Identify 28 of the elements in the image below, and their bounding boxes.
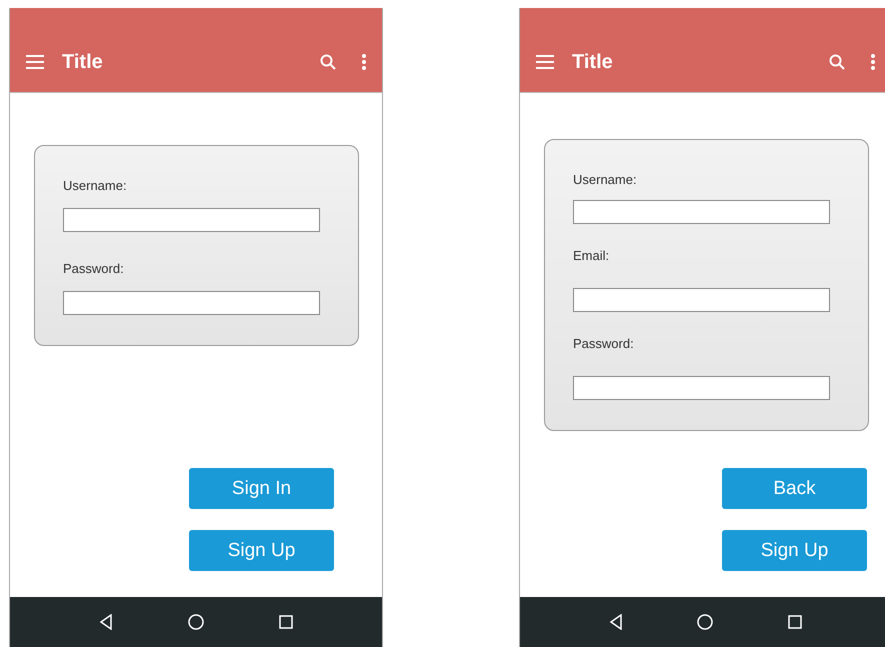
action-button[interactable]: Sign In xyxy=(189,468,334,509)
action-button[interactable]: Sign Up xyxy=(189,530,334,571)
menu-icon[interactable] xyxy=(26,55,44,69)
input-field[interactable] xyxy=(63,208,320,232)
home-icon[interactable] xyxy=(188,614,204,630)
recent-apps-icon[interactable] xyxy=(278,615,293,629)
back-icon[interactable] xyxy=(609,614,624,630)
app-title: Title xyxy=(572,50,614,74)
input-field[interactable] xyxy=(573,200,830,224)
home-icon[interactable] xyxy=(697,614,714,630)
search-icon[interactable] xyxy=(320,54,336,70)
action-button[interactable]: Back xyxy=(722,468,867,509)
input-field[interactable] xyxy=(573,288,830,312)
field-label: Password: xyxy=(63,261,125,276)
menu-icon[interactable] xyxy=(536,55,554,69)
back-icon[interactable] xyxy=(99,614,114,630)
action-button[interactable]: Sign Up xyxy=(722,530,867,571)
input-field[interactable] xyxy=(573,376,830,400)
field-label: Username: xyxy=(573,172,638,187)
more-icon[interactable] xyxy=(362,54,366,70)
field-label: Email: xyxy=(573,248,610,263)
more-icon[interactable] xyxy=(871,54,875,70)
recent-apps-icon[interactable] xyxy=(788,615,802,629)
app-title: Title xyxy=(62,50,104,74)
search-icon[interactable] xyxy=(829,54,845,70)
input-field[interactable] xyxy=(63,291,320,315)
field-label: Password: xyxy=(573,336,635,351)
field-label: Username: xyxy=(63,178,128,193)
